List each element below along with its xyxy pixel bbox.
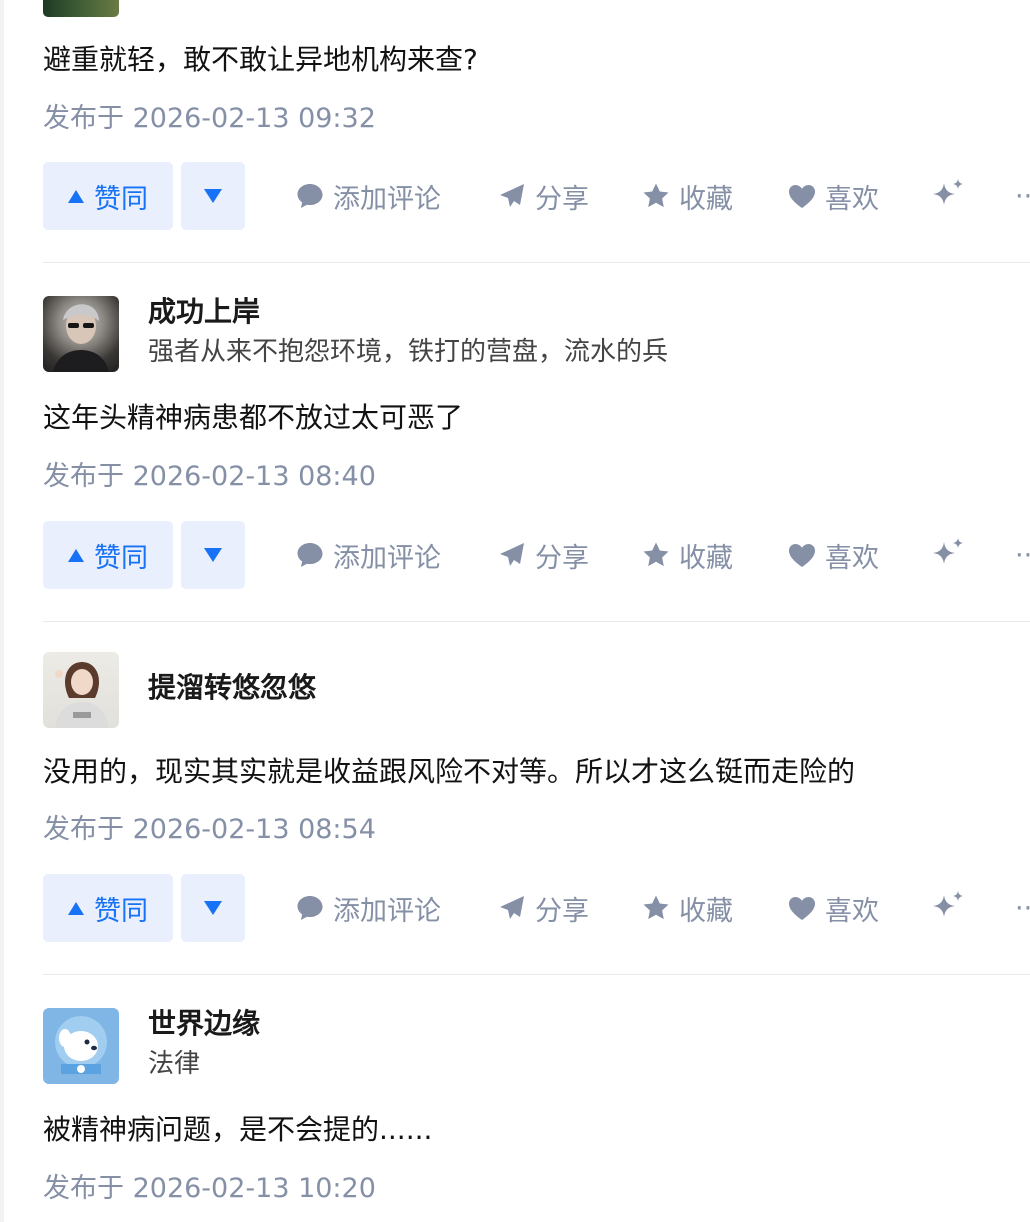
author-bio: 法律 [148, 1049, 201, 1079]
ai-button[interactable] [929, 162, 967, 230]
comment-label: 添加评论 [333, 542, 441, 574]
publish-time[interactable]: 发布于 2026-02-13 08:54 [43, 812, 376, 848]
collect-button[interactable]: 收藏 [641, 874, 733, 942]
comment-button[interactable]: 添加评论 [295, 162, 441, 230]
divider [43, 262, 1030, 263]
action-bar: 赞同 添加评论 分享 收藏 喜欢 · [43, 874, 1030, 942]
heart-icon [789, 897, 815, 920]
triangle-down-icon [204, 901, 222, 915]
speech-bubble-icon [297, 184, 323, 208]
triangle-up-icon [68, 901, 84, 915]
answer-content: 没用的，现实其实就是收益跟风险不对等。所以才这么铤而走险的 [43, 755, 856, 788]
like-label: 喜欢 [825, 183, 879, 215]
comment-label: 添加评论 [333, 183, 441, 215]
answer-feed: 避重就轻，敢不敢让异地机构来查? 发布于 2026-02-13 09:32 赞同… [0, 0, 1030, 1222]
speech-bubble-icon [297, 896, 323, 920]
ai-button[interactable] [929, 874, 967, 942]
more-button[interactable]: ··· [1015, 162, 1030, 230]
publish-time[interactable]: 发布于 2026-02-13 10:20 [43, 1171, 376, 1207]
author-info: 世界边缘 法律 [43, 1006, 1003, 1088]
heart-icon [789, 544, 815, 567]
publish-time[interactable]: 发布于 2026-02-13 08:40 [43, 459, 376, 495]
downvote-button[interactable] [181, 162, 245, 230]
author-name[interactable]: 世界边缘 [148, 1006, 260, 1042]
action-bar: 赞同 添加评论 分享 收藏 喜欢 · [43, 162, 1030, 230]
left-border [0, 0, 4, 1222]
avatar[interactable] [43, 296, 119, 372]
share-button[interactable]: 分享 [497, 521, 589, 589]
ellipsis-icon: ··· [1015, 892, 1030, 924]
upvote-button[interactable]: 赞同 [43, 521, 173, 589]
upvote-label: 赞同 [94, 183, 148, 215]
avatar[interactable] [43, 1008, 119, 1084]
star-icon [643, 895, 669, 920]
answer-content: 被精神病问题，是不会提的...... [43, 1113, 433, 1146]
answer-content: 避重就轻，敢不敢让异地机构来查? [43, 43, 478, 76]
upvote-label: 赞同 [94, 542, 148, 574]
triangle-up-icon [68, 189, 84, 203]
heart-icon [789, 185, 815, 208]
like-button[interactable]: 喜欢 [787, 521, 879, 589]
collect-label: 收藏 [679, 895, 733, 927]
upvote-button[interactable]: 赞同 [43, 874, 173, 942]
action-bar: 赞同 添加评论 分享 收藏 喜欢 · [43, 521, 1030, 589]
upvote-label: 赞同 [94, 895, 148, 927]
more-button[interactable]: ··· [1015, 874, 1030, 942]
speech-bubble-icon [297, 543, 323, 567]
ellipsis-icon: ··· [1015, 180, 1030, 212]
paper-plane-icon [500, 896, 524, 919]
share-label: 分享 [535, 542, 589, 574]
triangle-down-icon [204, 548, 222, 562]
share-label: 分享 [535, 895, 589, 927]
comment-button[interactable]: 添加评论 [295, 874, 441, 942]
like-button[interactable]: 喜欢 [787, 874, 879, 942]
sparkle-icon [933, 538, 963, 564]
triangle-up-icon [68, 548, 84, 562]
upvote-button[interactable]: 赞同 [43, 162, 173, 230]
comment-button[interactable]: 添加评论 [295, 521, 441, 589]
share-label: 分享 [535, 183, 589, 215]
answer-content: 这年头精神病患都不放过太可恶了 [43, 401, 464, 434]
share-button[interactable]: 分享 [497, 874, 589, 942]
like-label: 喜欢 [825, 542, 879, 574]
sparkle-icon [933, 179, 963, 205]
publish-time[interactable]: 发布于 2026-02-13 09:32 [43, 101, 376, 137]
like-button[interactable]: 喜欢 [787, 162, 879, 230]
collect-label: 收藏 [679, 542, 733, 574]
paper-plane-icon [500, 543, 524, 566]
share-button[interactable]: 分享 [497, 162, 589, 230]
divider [43, 974, 1030, 975]
collect-button[interactable]: 收藏 [641, 162, 733, 230]
downvote-button[interactable] [181, 521, 245, 589]
comment-label: 添加评论 [333, 895, 441, 927]
divider [43, 621, 1030, 622]
star-icon [643, 183, 669, 208]
author-name[interactable]: 提溜转悠忽悠 [148, 670, 316, 706]
avatar[interactable] [43, 652, 119, 728]
author-info: 成功上岸 强者从来不抱怨环境，铁打的营盘，流水的兵 [43, 294, 1003, 376]
author-info: 提溜转悠忽悠 [43, 652, 1003, 732]
paper-plane-icon [500, 184, 524, 207]
author-bio: 强者从来不抱怨环境，铁打的营盘，流水的兵 [148, 337, 669, 367]
avatar[interactable] [43, 0, 119, 17]
collect-label: 收藏 [679, 183, 733, 215]
collect-button[interactable]: 收藏 [641, 521, 733, 589]
ai-button[interactable] [929, 521, 967, 589]
triangle-down-icon [204, 189, 222, 203]
downvote-button[interactable] [181, 874, 245, 942]
star-icon [643, 542, 669, 567]
more-button[interactable]: ··· [1015, 521, 1030, 589]
author-name[interactable]: 成功上岸 [148, 294, 260, 330]
ellipsis-icon: ··· [1015, 539, 1030, 571]
like-label: 喜欢 [825, 895, 879, 927]
sparkle-icon [933, 891, 963, 917]
